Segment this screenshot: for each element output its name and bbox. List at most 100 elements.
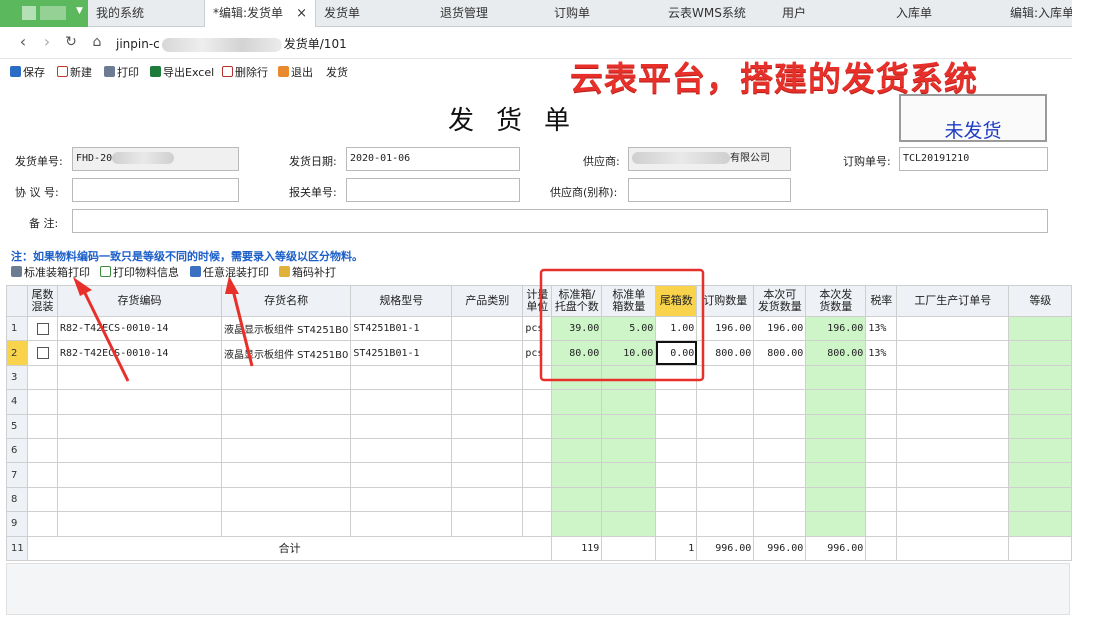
grid-cell[interactable] [1008, 389, 1073, 415]
tail-box-cell[interactable]: 1.00 [655, 315, 698, 342]
grid-cell[interactable] [522, 511, 553, 537]
print-button[interactable]: 打印 [104, 65, 139, 81]
grid-cell[interactable] [27, 364, 58, 391]
grid-cell[interactable] [655, 462, 698, 488]
column-header[interactable]: 存货编码 [57, 285, 222, 317]
column-header[interactable]: 等级 [1008, 285, 1073, 317]
grid-cell[interactable] [896, 511, 1010, 537]
code-cell[interactable]: R82-T42ECS-0010-14 [57, 315, 222, 342]
back-icon[interactable]: ‹ [12, 31, 34, 53]
grid-cell[interactable] [350, 389, 453, 415]
grid-cell[interactable] [896, 364, 1010, 391]
supplier-alias-field[interactable] [628, 178, 791, 202]
grid-cell[interactable] [522, 486, 553, 513]
grid-cell[interactable] [655, 389, 698, 415]
grid-cell[interactable] [551, 511, 603, 537]
order-no-field[interactable]: TCL20191210 [899, 147, 1048, 171]
column-header[interactable]: 计量 单位 [522, 285, 553, 317]
tax-cell[interactable]: 13% [865, 340, 898, 366]
grid-cell[interactable] [865, 364, 898, 391]
grid-cell[interactable] [57, 511, 222, 537]
grid-cell[interactable] [1008, 511, 1073, 537]
grid-cell[interactable] [551, 437, 603, 464]
grid-cell[interactable] [896, 462, 1010, 488]
grade-cell[interactable] [1008, 315, 1073, 342]
unit-cell[interactable]: pcs [522, 340, 553, 366]
table-row[interactable]: 1 R82-T42ECS-0010-14 液晶显示板组件 ST4251B0 ST… [6, 315, 1073, 342]
grid-cell[interactable] [805, 437, 867, 464]
grid-cell[interactable] [220, 486, 352, 513]
grid-cell[interactable] [27, 462, 58, 488]
grid-cell[interactable] [1008, 437, 1073, 464]
customs-field[interactable] [346, 178, 520, 202]
grid-cell[interactable] [896, 413, 1010, 439]
grid-cell[interactable] [753, 437, 807, 464]
grid-cell[interactable] [522, 413, 553, 439]
table-row[interactable]: 8 [6, 486, 1073, 513]
grid-cell[interactable] [350, 364, 453, 391]
grid-cell[interactable] [696, 511, 755, 537]
grid-cell[interactable] [655, 437, 698, 464]
grid-cell[interactable] [1008, 486, 1073, 513]
column-header[interactable]: 存货名称 [220, 285, 352, 317]
grid-cell[interactable] [522, 462, 553, 488]
ship-qty-cell[interactable]: 800.00 [805, 340, 867, 366]
mixed-checkbox-cell[interactable] [27, 340, 58, 366]
grid-cell[interactable] [601, 364, 657, 391]
grid-cell[interactable] [753, 486, 807, 513]
forward-icon[interactable]: › [36, 31, 58, 53]
grid-cell[interactable] [696, 486, 755, 513]
column-header[interactable]: 订购数量 [696, 285, 755, 317]
grid-cell[interactable] [601, 462, 657, 488]
grid-cell[interactable] [27, 511, 58, 537]
grid-cell[interactable] [27, 486, 58, 513]
grid-cell[interactable] [27, 389, 58, 415]
grid-cell[interactable] [753, 511, 807, 537]
grid-cell[interactable] [1008, 462, 1073, 488]
table-row[interactable]: 9 [6, 511, 1073, 537]
grid-cell[interactable] [753, 364, 807, 391]
grid-cell[interactable] [551, 413, 603, 439]
grid-cell[interactable] [865, 389, 898, 415]
grid-cell[interactable] [350, 462, 453, 488]
grid-cell[interactable] [350, 511, 453, 537]
remark-field[interactable] [72, 209, 1048, 233]
tab-user[interactable]: 用户 [774, 0, 888, 27]
table-row[interactable]: 7 [6, 462, 1073, 488]
grid-cell[interactable] [601, 511, 657, 537]
column-header[interactable]: 尾箱数 [655, 285, 698, 317]
refresh-icon[interactable]: ↻ [60, 31, 82, 53]
column-header[interactable]: 本次发 货数量 [805, 285, 867, 317]
std-box-cell[interactable]: 80.00 [551, 340, 603, 366]
grid-cell[interactable] [805, 389, 867, 415]
new-button[interactable]: 新建 [57, 65, 92, 81]
grid-cell[interactable] [57, 364, 222, 391]
table-row[interactable]: 5 [6, 413, 1073, 439]
grid-cell[interactable] [753, 413, 807, 439]
grid-cell[interactable] [220, 364, 352, 391]
order-qty-cell[interactable]: 800.00 [696, 340, 755, 366]
grid-cell[interactable] [350, 486, 453, 513]
grid-cell[interactable] [57, 389, 222, 415]
grid-cell[interactable] [896, 437, 1010, 464]
export-excel-button[interactable]: 导出Excel [150, 65, 214, 81]
box-qty-cell[interactable]: 10.00 [601, 340, 657, 366]
table-row[interactable]: 2 R82-T42ECS-0010-14 液晶显示板组件 ST4251B0 ST… [6, 340, 1073, 366]
grid-cell[interactable] [451, 511, 524, 537]
grid-cell[interactable] [220, 462, 352, 488]
grid-cell[interactable] [220, 413, 352, 439]
grid-cell[interactable] [551, 486, 603, 513]
tail-box-cell[interactable]: 0.00 [655, 340, 698, 366]
factory-order-cell[interactable] [896, 315, 1010, 342]
order-qty-cell[interactable]: 196.00 [696, 315, 755, 342]
column-header[interactable]: 尾数 混装 [27, 285, 58, 317]
grid-cell[interactable] [451, 462, 524, 488]
unit-cell[interactable]: pcs [522, 315, 553, 342]
factory-order-cell[interactable] [896, 340, 1010, 366]
tab-returns[interactable]: 退货管理 [432, 0, 546, 27]
grid-cell[interactable] [601, 437, 657, 464]
grid-cell[interactable] [805, 364, 867, 391]
tab-edit-shipment[interactable]: *编辑:发货单 × [204, 0, 316, 27]
grid-cell[interactable] [27, 437, 58, 464]
tab-shipment[interactable]: 发货单 [316, 0, 432, 27]
